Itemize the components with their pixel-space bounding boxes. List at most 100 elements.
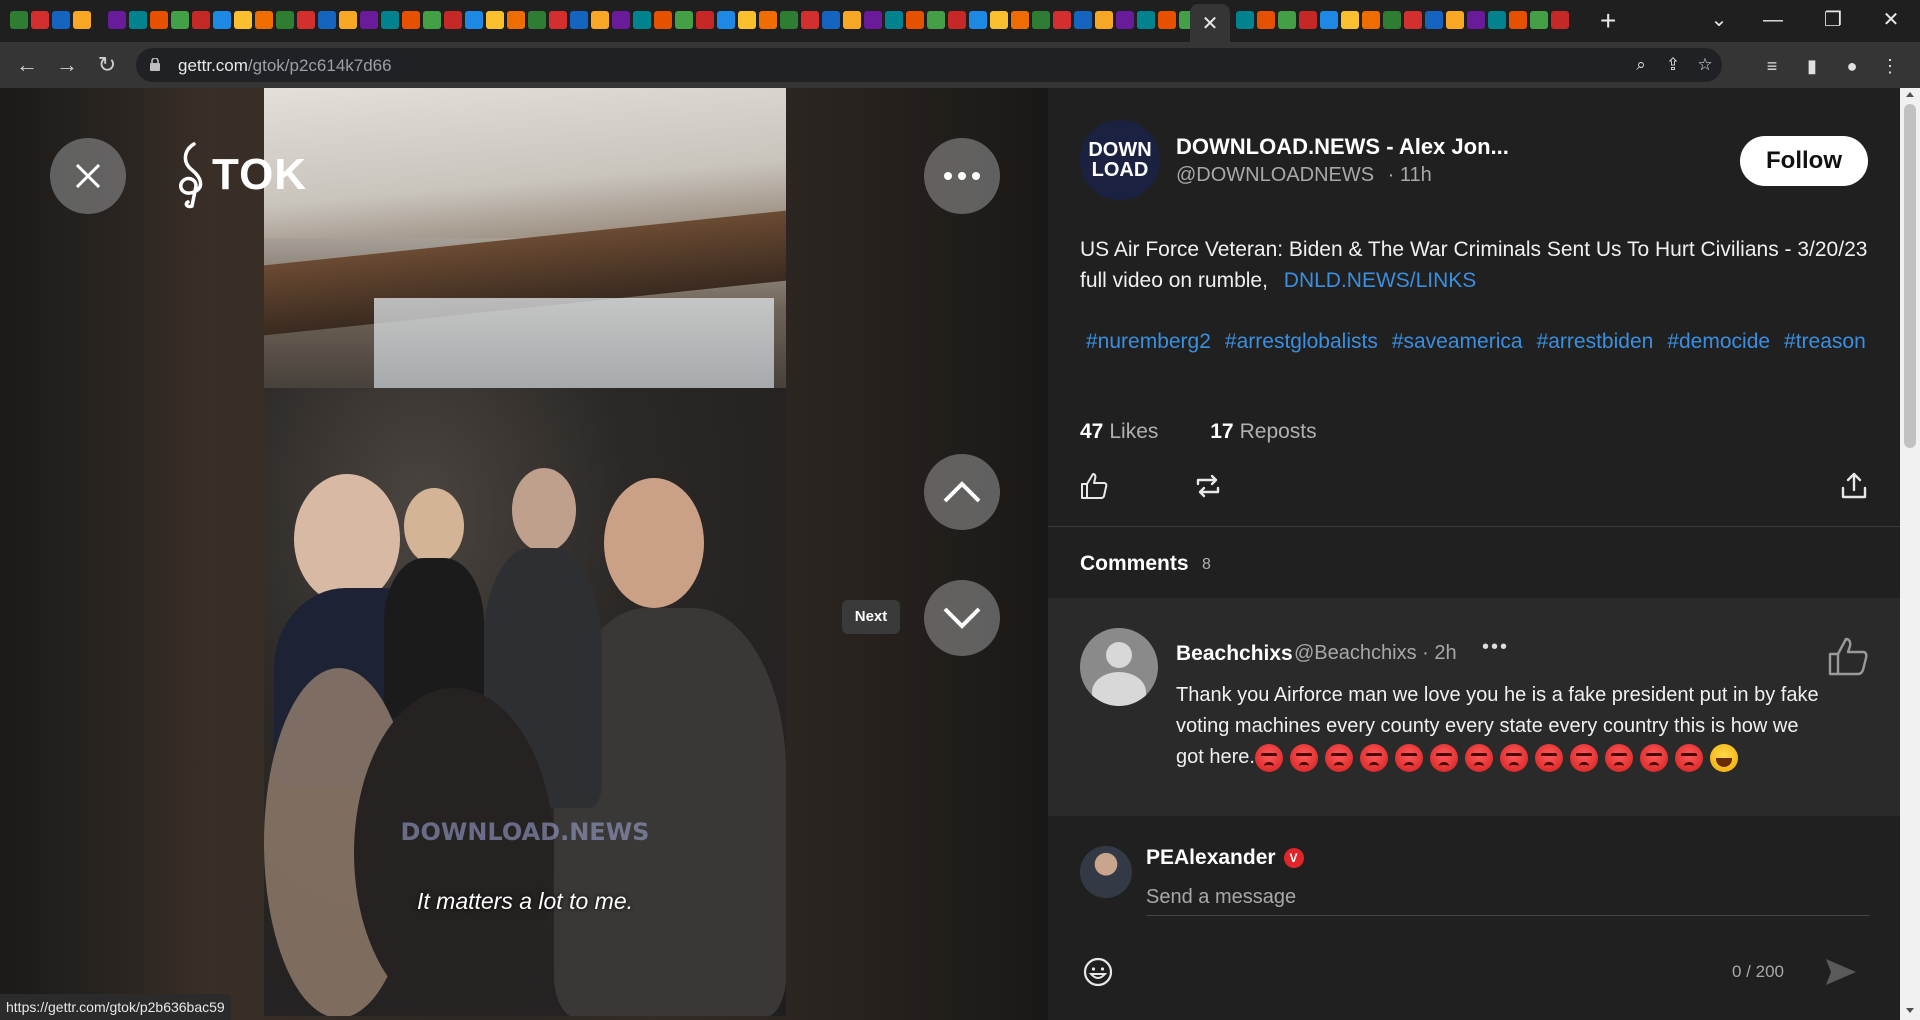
tab-favicon-icon[interactable]	[801, 11, 819, 29]
hashtag-link[interactable]: #nuremberg2	[1086, 330, 1211, 353]
pinned-tab-icons[interactable]	[10, 11, 1197, 29]
tab-favicon-icon[interactable]	[948, 11, 966, 29]
tab-favicon-icon[interactable]	[234, 11, 252, 29]
tab-favicon-icon[interactable]	[1383, 11, 1401, 29]
hashtag-link[interactable]: #treason	[1784, 330, 1866, 353]
back-button[interactable]: ←	[12, 50, 42, 80]
current-user-avatar[interactable]	[1080, 846, 1132, 898]
tab-favicon-icon[interactable]	[129, 11, 147, 29]
tab-favicon-icon[interactable]	[297, 11, 315, 29]
tab-favicon-icon[interactable]	[612, 11, 630, 29]
tab-favicon-icon[interactable]	[1509, 11, 1527, 29]
tab-favicon-icon[interactable]	[255, 11, 273, 29]
tab-favicon-icon[interactable]	[843, 11, 861, 29]
tab-favicon-icon[interactable]	[1236, 11, 1254, 29]
next-video-button[interactable]	[924, 580, 1000, 656]
tab-favicon-icon[interactable]	[171, 11, 189, 29]
tab-favicon-icon[interactable]	[52, 11, 70, 29]
tab-favicon-icon[interactable]	[1467, 11, 1485, 29]
like-thumb-icon[interactable]	[1078, 470, 1110, 502]
close-player-button[interactable]	[50, 138, 126, 214]
minimize-button[interactable]: —	[1750, 6, 1796, 34]
author-handle[interactable]: @DOWNLOADNEWS	[1176, 164, 1374, 186]
page-scrollbar[interactable]	[1900, 88, 1920, 1020]
hashtag-link[interactable]: #arrestbiden	[1537, 330, 1654, 353]
profile-icon[interactable]: ●	[1840, 54, 1864, 78]
tab-favicon-icon[interactable]	[990, 11, 1008, 29]
tab-favicon-icon[interactable]	[696, 11, 714, 29]
emoji-picker-icon[interactable]	[1082, 956, 1114, 988]
gtok-logo[interactable]: TOK	[172, 140, 307, 210]
tab-favicon-icon[interactable]	[1362, 11, 1380, 29]
reply-input[interactable]	[1146, 880, 1870, 916]
tab-favicon-icon[interactable]	[1074, 11, 1092, 29]
tab-favicon-icon[interactable]	[10, 11, 28, 29]
tab-favicon-icon[interactable]	[276, 11, 294, 29]
tab-favicon-icon[interactable]	[507, 11, 525, 29]
tab-favicon-icon[interactable]	[465, 11, 483, 29]
tab-favicon-icon[interactable]	[906, 11, 924, 29]
restore-button[interactable]: ❐	[1810, 6, 1856, 34]
tab-favicon-icon[interactable]	[1032, 11, 1050, 29]
tab-favicon-icon[interactable]	[339, 11, 357, 29]
tab-favicon-icon[interactable]	[1488, 11, 1506, 29]
hashtag-link[interactable]: #democide	[1667, 330, 1770, 353]
tab-favicon-icon[interactable]	[73, 11, 91, 29]
tab-favicon-icon[interactable]	[654, 11, 672, 29]
tab-favicon-icon[interactable]	[1341, 11, 1359, 29]
tab-favicon-icon[interactable]	[1551, 11, 1569, 29]
repost-icon[interactable]	[1192, 470, 1224, 502]
forward-button[interactable]: →	[52, 50, 82, 80]
more-options-button[interactable]	[924, 138, 1000, 214]
tab-favicon-icon[interactable]	[822, 11, 840, 29]
scroll-up-arrow-icon[interactable]	[1906, 92, 1914, 97]
share-upload-icon[interactable]	[1838, 470, 1870, 502]
share-icon[interactable]: ⇪	[1662, 54, 1684, 76]
tab-favicon-icon[interactable]	[1446, 11, 1464, 29]
tab-favicon-icon[interactable]	[1158, 11, 1176, 29]
close-window-button[interactable]: ✕	[1868, 6, 1914, 34]
tab-favicon-icon[interactable]	[780, 11, 798, 29]
side-panel-icon[interactable]: ▮	[1800, 54, 1824, 78]
comment-like-icon[interactable]	[1826, 634, 1870, 678]
active-tab[interactable]: ✕	[1190, 4, 1230, 42]
likes-stat[interactable]: 47 Likes	[1080, 420, 1158, 443]
more-tab-icons[interactable]	[1236, 11, 1569, 29]
follow-button[interactable]: Follow	[1740, 136, 1868, 186]
tab-favicon-icon[interactable]	[633, 11, 651, 29]
author-name[interactable]: DOWNLOAD.NEWS - Alex Jon...	[1176, 134, 1509, 160]
tab-favicon-icon[interactable]	[1095, 11, 1113, 29]
tab-favicon-icon[interactable]	[1320, 11, 1338, 29]
tab-favicon-icon[interactable]	[864, 11, 882, 29]
tab-favicon-icon[interactable]	[1116, 11, 1134, 29]
video-player[interactable]: DOWNLOAD.NEWS It matters a lot to me.	[264, 88, 786, 1016]
tab-favicon-icon[interactable]	[1404, 11, 1422, 29]
tab-search-chevron-icon[interactable]: ⌄	[1696, 6, 1742, 34]
reload-button[interactable]: ↻	[92, 50, 122, 80]
commenter-avatar[interactable]	[1080, 628, 1158, 706]
tab-favicon-icon[interactable]	[444, 11, 462, 29]
new-tab-button[interactable]: +	[1600, 6, 1616, 36]
tab-favicon-icon[interactable]	[318, 11, 336, 29]
tab-favicon-icon[interactable]	[759, 11, 777, 29]
tab-favicon-icon[interactable]	[969, 11, 987, 29]
reposts-stat[interactable]: 17 Reposts	[1210, 420, 1316, 443]
tab-favicon-icon[interactable]	[591, 11, 609, 29]
tab-favicon-icon[interactable]	[1299, 11, 1317, 29]
hashtag-link[interactable]: #saveamerica	[1392, 330, 1523, 353]
commenter-name[interactable]: Beachchixs	[1176, 642, 1293, 666]
tab-favicon-icon[interactable]	[150, 11, 168, 29]
tab-favicon-icon[interactable]	[31, 11, 49, 29]
tab-favicon-icon[interactable]	[381, 11, 399, 29]
scroll-thumb[interactable]	[1904, 104, 1916, 448]
tab-favicon-icon[interactable]	[570, 11, 588, 29]
tab-favicon-icon[interactable]	[1278, 11, 1296, 29]
tab-favicon-icon[interactable]	[1425, 11, 1443, 29]
tab-favicon-icon[interactable]	[402, 11, 420, 29]
tab-favicon-icon[interactable]	[885, 11, 903, 29]
hashtag-link[interactable]: #arrestglobalists	[1225, 330, 1378, 353]
close-tab-icon[interactable]: ✕	[1202, 11, 1219, 36]
tab-favicon-icon[interactable]	[1530, 11, 1548, 29]
tab-favicon-icon[interactable]	[1137, 11, 1155, 29]
post-link[interactable]: DNLD.NEWS/LINKS	[1284, 269, 1477, 292]
